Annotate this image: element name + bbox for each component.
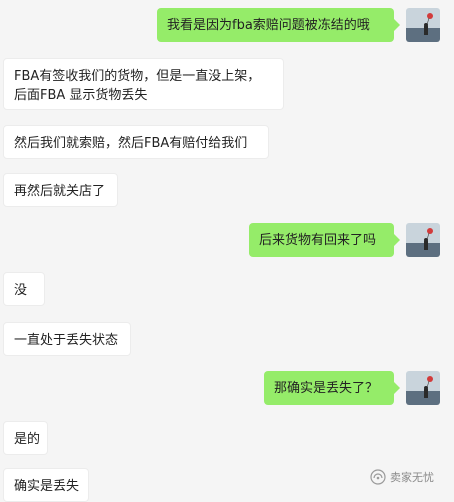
incoming-message[interactable]: 一直处于丢失状态 [3,322,131,356]
incoming-message[interactable]: 然后我们就索赔，然后FBA有赔付给我们 [3,125,269,159]
user-avatar[interactable] [406,223,440,257]
incoming-message[interactable]: FBA有签收我们的货物，但是一直没上架， 后面FBA 显示货物丢失 [3,58,284,110]
outgoing-message[interactable]: 那确实是丢失了？ [264,371,400,405]
outgoing-message[interactable]: 我看是因为fba索赔问题被冻结的哦 [157,8,400,42]
outgoing-message[interactable]: 后来货物有回来了吗 [249,223,400,257]
seaside-photo-avatar-icon [406,8,440,42]
chat-area: 我看是因为fba索赔问题被冻结的哦 FBA有签收我们的货物，但是一直没上架， 后… [0,0,454,502]
message-line: 后面FBA 显示货物丢失 [14,88,148,103]
watermark: 卖家无忧 [370,466,434,488]
watermark-text: 卖家无忧 [390,471,434,484]
user-avatar[interactable] [406,371,440,405]
message-line: FBA有签收我们的货物，但是一直没上架， [14,69,261,84]
incoming-message[interactable]: 没 [3,272,45,306]
incoming-message[interactable]: 是的 [3,421,48,455]
incoming-message[interactable]: 再然后就关店了 [3,173,118,207]
seaside-photo-avatar-icon [406,371,440,405]
wechat-official-account-icon [370,469,386,485]
user-avatar[interactable] [406,8,440,42]
seaside-photo-avatar-icon [406,223,440,257]
